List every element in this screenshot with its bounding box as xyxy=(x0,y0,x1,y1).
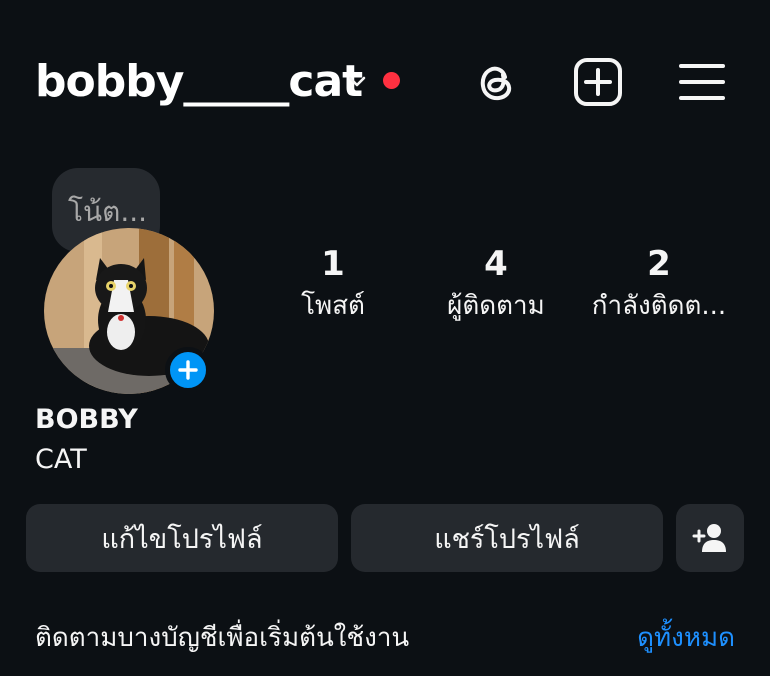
posts-stat[interactable]: 1 โพสต์ xyxy=(248,242,418,326)
username-switcher[interactable]: bobby_____cat xyxy=(35,54,363,110)
edit-profile-button[interactable]: แก้ไขโปรไฟล์ xyxy=(26,504,338,572)
threads-icon[interactable] xyxy=(470,56,522,108)
followers-label: ผู้ติดตาม xyxy=(447,291,545,321)
following-stat[interactable]: 2 กำลังติดต... xyxy=(574,242,744,326)
display-name-line2: CAT xyxy=(35,444,87,475)
see-all-link[interactable]: ดูทั้งหมด xyxy=(637,618,735,658)
chevron-down-icon[interactable] xyxy=(344,69,370,95)
followers-stat[interactable]: 4 ผู้ติดตาม xyxy=(411,242,581,326)
posts-count: 1 xyxy=(321,244,345,284)
following-label: กำลังติดต... xyxy=(591,291,727,321)
discover-people-button[interactable] xyxy=(676,504,744,572)
followers-count: 4 xyxy=(484,244,508,284)
plus-icon xyxy=(178,360,198,380)
profile-header: bobby_____cat xyxy=(0,0,770,165)
add-story-button[interactable] xyxy=(165,347,211,393)
menu-icon[interactable] xyxy=(676,56,728,108)
add-person-icon xyxy=(692,524,726,552)
posts-label: โพสต์ xyxy=(301,291,365,321)
display-name-line1: BOBBY xyxy=(35,404,138,435)
share-profile-button[interactable]: แชร์โปรไฟล์ xyxy=(351,504,663,572)
suggestions-prompt: ติดตามบางบัญชีเพื่อเริ่มต้นใช้งาน xyxy=(35,623,410,653)
notification-dot xyxy=(383,72,400,89)
following-count: 2 xyxy=(647,244,671,284)
create-post-icon[interactable] xyxy=(572,56,624,108)
